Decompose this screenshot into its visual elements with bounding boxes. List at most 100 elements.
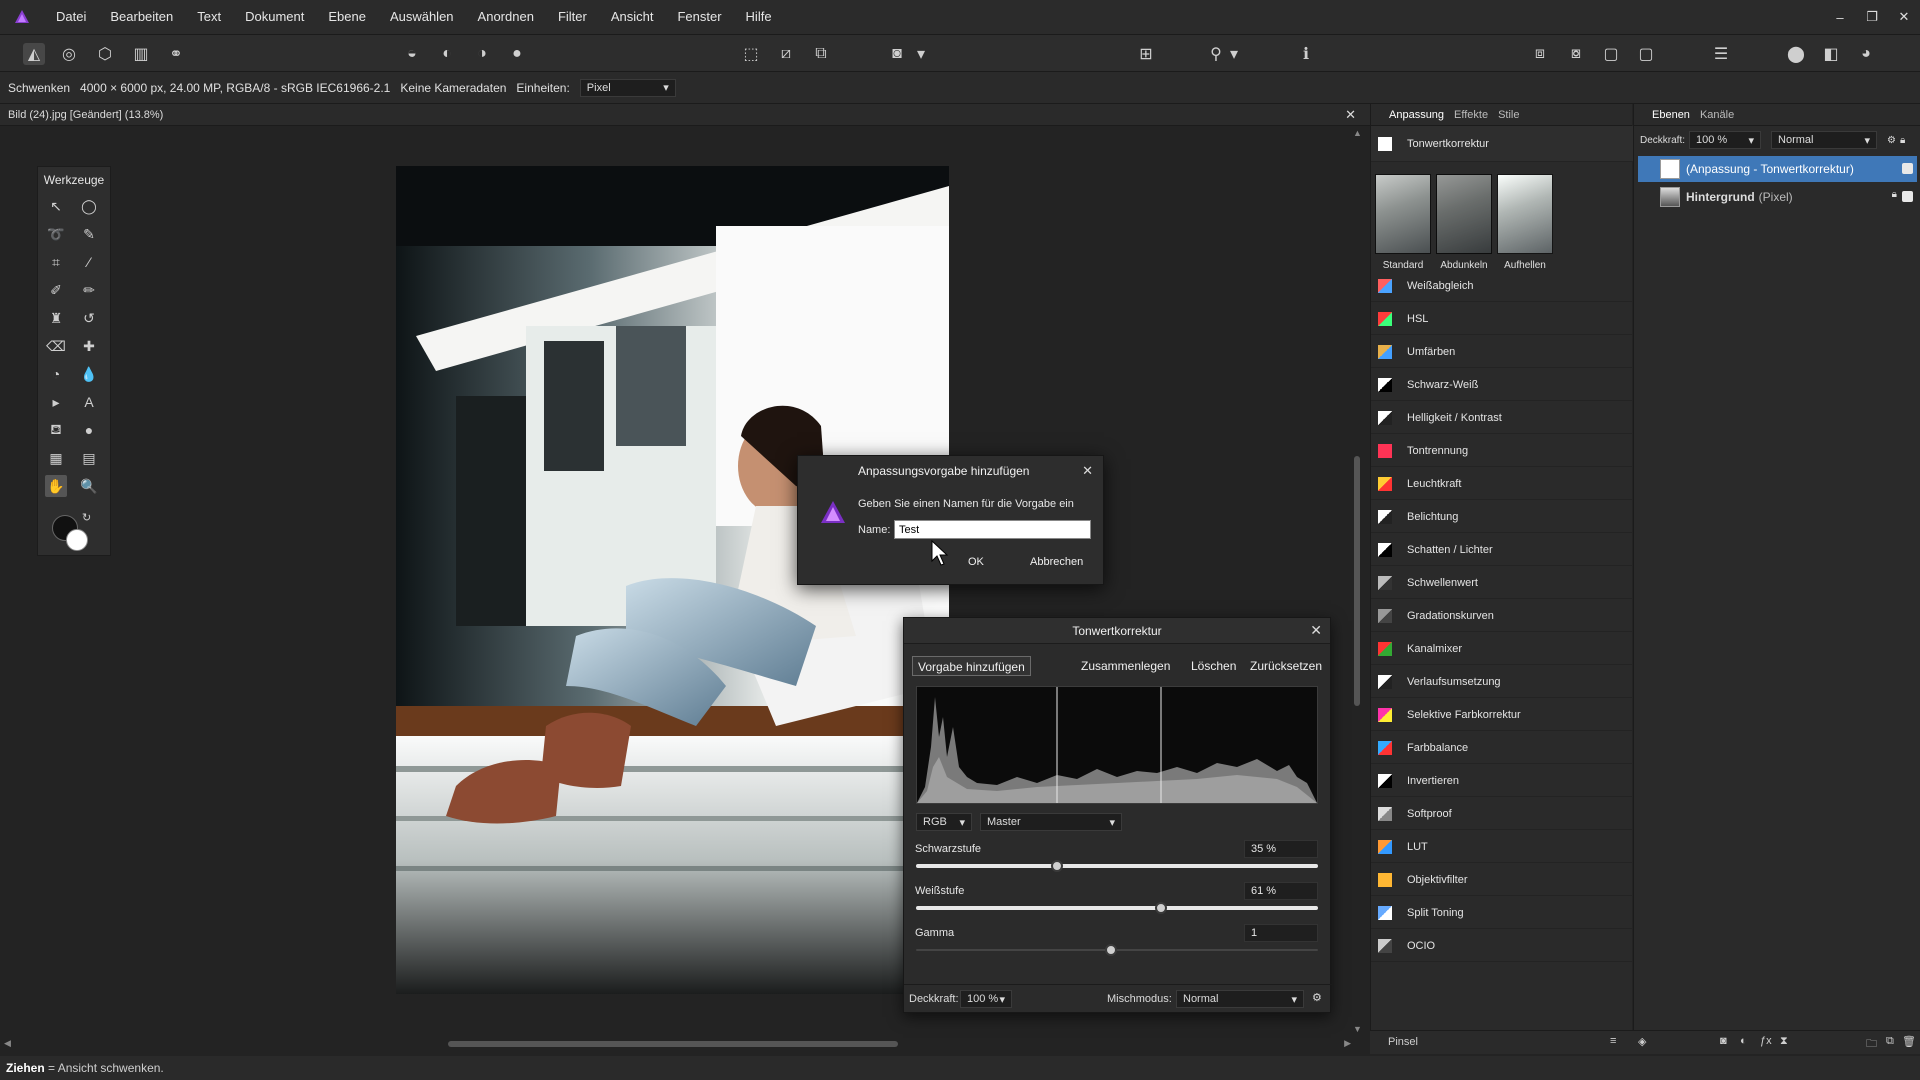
auto-contrast-icon[interactable]: ◐: [436, 43, 458, 65]
adjustment-item-18[interactable]: Objektivfilter: [1371, 864, 1633, 896]
adjustment-item-0[interactable]: Weißabgleich: [1371, 270, 1633, 302]
swap-colors-icon[interactable]: ↻: [82, 511, 91, 524]
lasso-icon[interactable]: ➰: [45, 223, 67, 245]
freehand-selection-icon[interactable]: ◯: [78, 195, 100, 217]
preset-name-input[interactable]: [894, 520, 1091, 539]
fx-icon[interactable]: ƒx: [1760, 1035, 1772, 1047]
gamma-input[interactable]: 1: [1244, 924, 1318, 942]
gamma-slider-track[interactable]: [916, 949, 1318, 951]
photo-persona-icon[interactable]: ◭: [23, 43, 45, 65]
adjustment-item-9[interactable]: Schwellenwert: [1371, 567, 1633, 599]
layer-row-levels[interactable]: (Anpassung - Tonwertkorrektur): [1638, 156, 1917, 182]
adjustment-item-2[interactable]: Umfärben: [1371, 336, 1633, 368]
auto-levels-icon[interactable]: ◒: [401, 43, 423, 65]
layer-opacity-select[interactable]: 100 % ▾: [1689, 131, 1762, 149]
selection-subtract-icon[interactable]: ⧄: [775, 43, 797, 65]
reset-button[interactable]: Zurücksetzen: [1245, 656, 1327, 676]
move-tool-icon[interactable]: ↖: [45, 195, 67, 217]
boolean-intersect-icon[interactable]: ◕: [1855, 43, 1877, 65]
menu-item-5[interactable]: Auswählen: [378, 0, 466, 34]
lock-icon[interactable]: 🔒︎: [1900, 135, 1905, 146]
affinity-photo-logo-icon[interactable]: [0, 0, 44, 34]
selection-brush-icon[interactable]: ✎: [78, 223, 100, 245]
close-document-icon[interactable]: ✕: [1345, 104, 1356, 126]
adjustment-item-8[interactable]: Schatten / Lichter: [1371, 534, 1633, 566]
zoom-tool-icon[interactable]: 🔍: [78, 475, 100, 497]
arrange-forward-icon[interactable]: ⧇: [1565, 43, 1587, 65]
menu-item-4[interactable]: Ebene: [316, 0, 378, 34]
black-level-slider-knob[interactable]: [1050, 860, 1063, 872]
arrange-top-icon[interactable]: ▢: [1635, 43, 1657, 65]
fill-tool-icon[interactable]: ⛾: [45, 419, 67, 441]
adjustment-item-4[interactable]: Helligkeit / Kontrast: [1371, 402, 1633, 434]
white-level-input[interactable]: 61 %: [1244, 882, 1318, 900]
menu-item-6[interactable]: Anordnen: [466, 0, 546, 34]
gamma-slider-knob[interactable]: [1105, 944, 1117, 956]
gear-icon[interactable]: ⚙: [1887, 135, 1896, 146]
adjustment-item-7[interactable]: Belichtung: [1371, 501, 1633, 533]
export-persona-icon[interactable]: ⚭: [165, 43, 187, 65]
adjustment-item-5[interactable]: Tontrennung: [1371, 435, 1633, 467]
ok-button[interactable]: OK: [968, 556, 984, 568]
crop-tool-icon[interactable]: ⌗: [45, 251, 67, 273]
menu-item-1[interactable]: Bearbeiten: [98, 0, 185, 34]
adjustment-item-16[interactable]: Softproof: [1371, 798, 1633, 830]
info-icon[interactable]: ℹ: [1295, 43, 1317, 65]
arrange-front-icon[interactable]: ▢: [1600, 43, 1622, 65]
channel-mode-select[interactable]: Master ▾: [980, 813, 1122, 831]
secondary-color-swatch[interactable]: [66, 529, 88, 551]
scroll-down-icon[interactable]: ▼: [1353, 1024, 1362, 1034]
menu-item-10[interactable]: Hilfe: [734, 0, 784, 34]
layer-visibility-checkbox[interactable]: [1902, 163, 1913, 174]
document-tab[interactable]: Bild (24).jpg [Geändert] (13.8%) ✕: [0, 104, 1370, 126]
horizontal-scrollbar[interactable]: ◀ ▶: [0, 1036, 1355, 1052]
boolean-subtract-icon[interactable]: ◧: [1820, 43, 1842, 65]
units-select[interactable]: Pixel ▾: [579, 78, 676, 97]
dialog-opacity-select[interactable]: 100 % ▾: [960, 990, 1012, 1008]
cancel-button[interactable]: Abbrechen: [1030, 556, 1083, 568]
close-icon[interactable]: ✕: [1310, 622, 1322, 639]
camera-info[interactable]: Keine Kameradaten: [400, 81, 506, 95]
adjustment-item-10[interactable]: Gradationskurven: [1371, 600, 1633, 632]
boolean-add-icon[interactable]: ⬤: [1785, 43, 1807, 65]
node-tool-icon[interactable]: ▸: [45, 391, 67, 413]
adjustment-item-19[interactable]: Split Toning: [1371, 897, 1633, 929]
tone-mapping-persona-icon[interactable]: ▥: [130, 43, 152, 65]
selection-intersect-icon[interactable]: ⧉: [810, 43, 832, 65]
live-filter-icon[interactable]: ⧗: [1780, 1035, 1788, 1048]
adjustment-layer-icon[interactable]: ◐: [1740, 1035, 1747, 1047]
brush-icon[interactable]: ✏: [78, 279, 100, 301]
levels-dialog-title[interactable]: Tonwertkorrektur: [904, 618, 1330, 644]
quick-mask-icon[interactable]: ◙: [886, 43, 908, 65]
tab-adjustment[interactable]: Anpassung: [1389, 109, 1444, 121]
auto-white-balance-icon[interactable]: ●: [506, 43, 528, 65]
scroll-up-icon[interactable]: ▲: [1353, 128, 1362, 138]
assistant-icon[interactable]: ⚲: [1205, 43, 1227, 65]
menu-item-8[interactable]: Ansicht: [599, 0, 666, 34]
black-level-input[interactable]: 35 %: [1244, 840, 1318, 858]
white-level-slider-track[interactable]: [916, 906, 1318, 910]
adjustment-item-20[interactable]: OCIO: [1371, 930, 1633, 962]
tab-channels[interactable]: Kanäle: [1700, 109, 1734, 121]
adjustment-item-3[interactable]: Schwarz-Weiß: [1371, 369, 1633, 401]
preset-thumb-darken[interactable]: [1436, 174, 1492, 254]
healing-brush-icon[interactable]: ✚: [78, 335, 100, 357]
menu-item-7[interactable]: Filter: [546, 0, 599, 34]
close-window-icon[interactable]: ✕: [1888, 9, 1920, 25]
add-preset-button[interactable]: Vorgabe hinzufügen: [912, 656, 1031, 676]
brushes-panel-label[interactable]: Pinsel: [1388, 1036, 1418, 1048]
color-picker-icon[interactable]: ⁄: [78, 251, 100, 273]
hand-tool-icon[interactable]: ✋: [45, 475, 67, 497]
vertical-scrollbar[interactable]: ▲ ▼: [1350, 126, 1364, 1036]
develop-persona-icon[interactable]: ⬡: [94, 43, 116, 65]
preset-thumb-lighten[interactable]: [1497, 174, 1553, 254]
clone-stamp-icon[interactable]: ♜: [45, 307, 67, 329]
adjustment-item-17[interactable]: LUT: [1371, 831, 1633, 863]
new-layer-icon[interactable]: ⧉: [1886, 1035, 1894, 1048]
vertical-scroll-thumb[interactable]: [1354, 456, 1360, 706]
menu-item-2[interactable]: Text: [185, 0, 233, 34]
channel-select[interactable]: RGB ▾: [916, 813, 972, 831]
menu-item-3[interactable]: Dokument: [233, 0, 316, 34]
black-level-slider-track[interactable]: [916, 864, 1318, 868]
folder-icon[interactable]: 🗀: [1866, 1035, 1877, 1054]
